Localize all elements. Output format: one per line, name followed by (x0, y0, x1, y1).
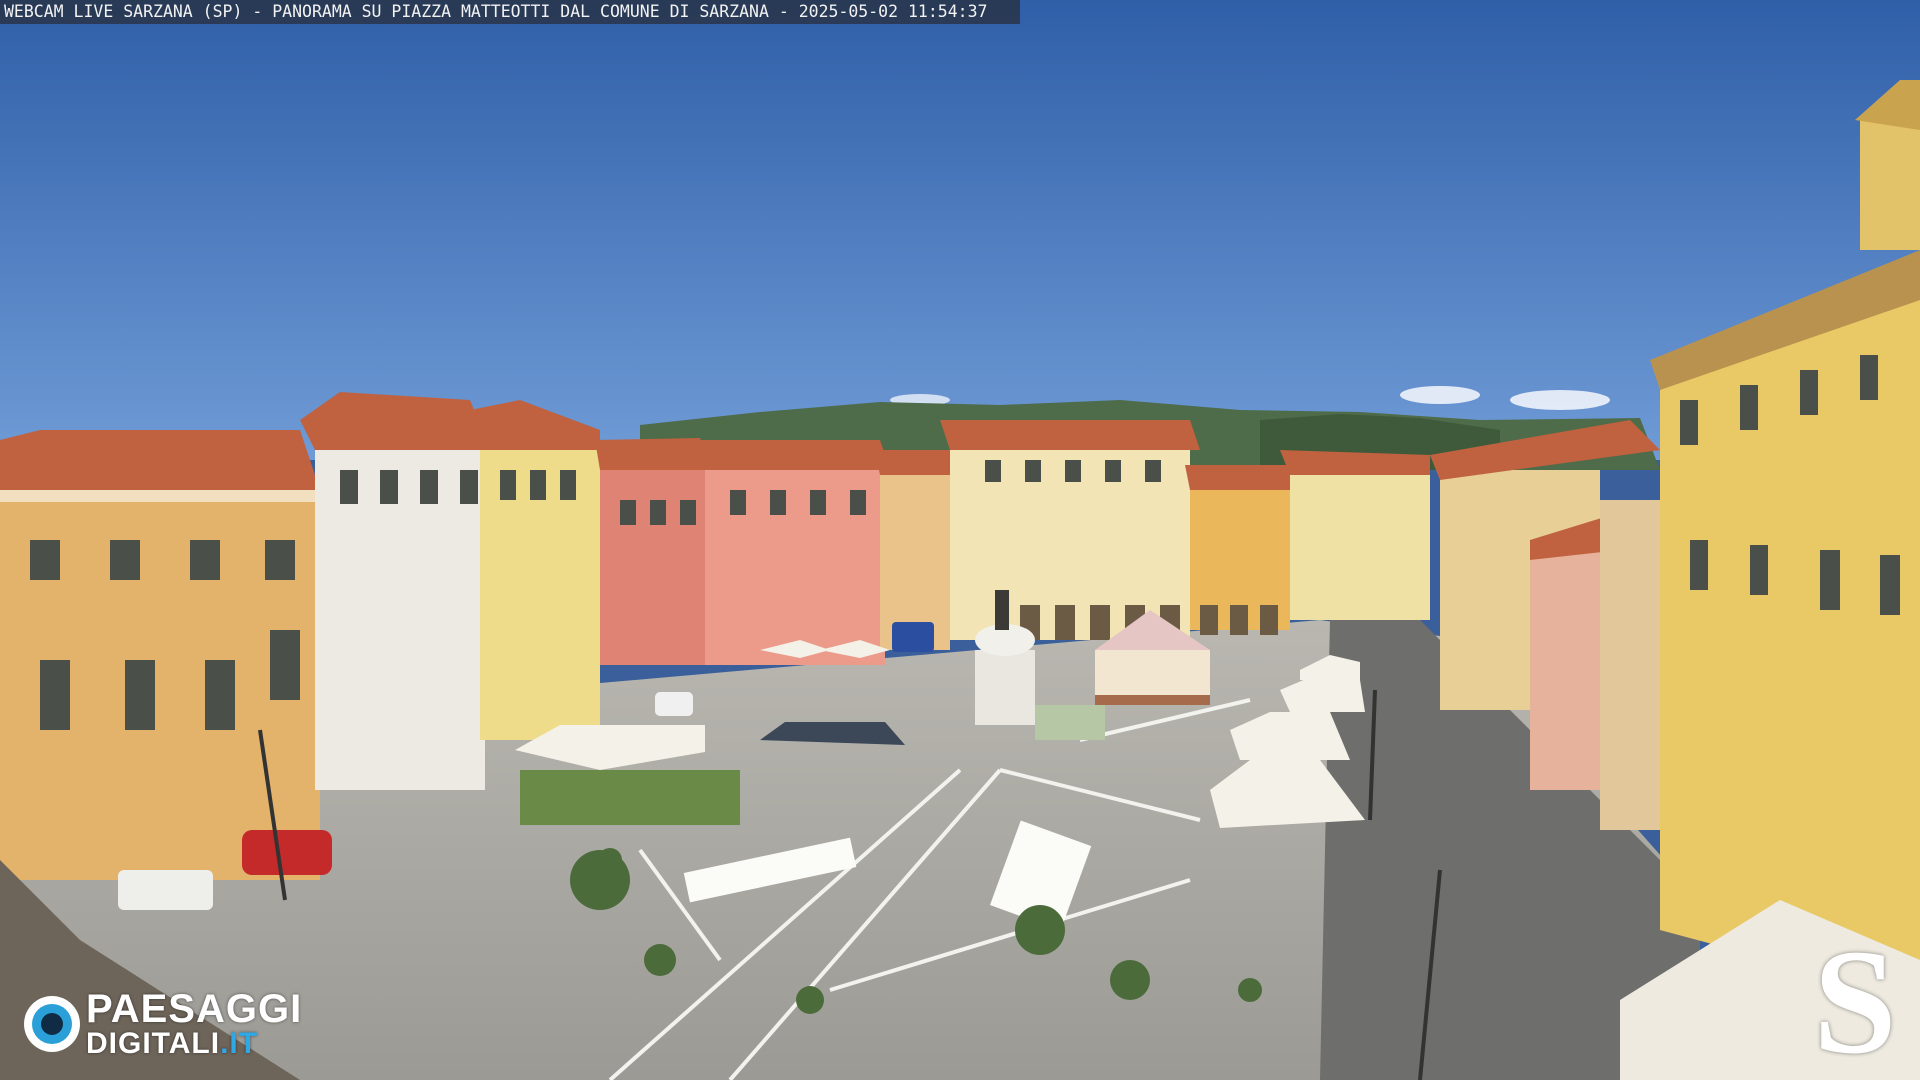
webcam-caption: WEBCAM LIVE SARZANA (SP) - PANORAMA SU P… (0, 0, 1020, 24)
town-square-photo (0, 0, 1920, 1080)
cloud (1510, 390, 1610, 410)
white-car (655, 692, 693, 716)
logo-text: PAESAGGI DIGITALI.IT (86, 989, 302, 1059)
cloud (1400, 386, 1480, 404)
logo-line-2-suffix: .IT (220, 1027, 259, 1060)
sky (0, 0, 1920, 460)
webcam-frame: WEBCAM LIVE SARZANA (SP) - PANORAMA SU P… (0, 0, 1920, 1080)
logo-line-2: DIGITALI.IT (86, 1029, 302, 1059)
logo-line-2-main: DIGITALI (86, 1027, 221, 1060)
s-logo-icon: S (1813, 919, 1897, 1080)
blue-van (892, 622, 934, 652)
paesaggi-digitali-logo: PAESAGGI DIGITALI.IT (24, 988, 302, 1060)
camera-eye-logo-icon (24, 996, 80, 1052)
logo-line-1: PAESAGGI (86, 987, 303, 1031)
center-buildings (940, 420, 1430, 640)
white-truck (118, 870, 213, 910)
red-car (242, 830, 332, 875)
